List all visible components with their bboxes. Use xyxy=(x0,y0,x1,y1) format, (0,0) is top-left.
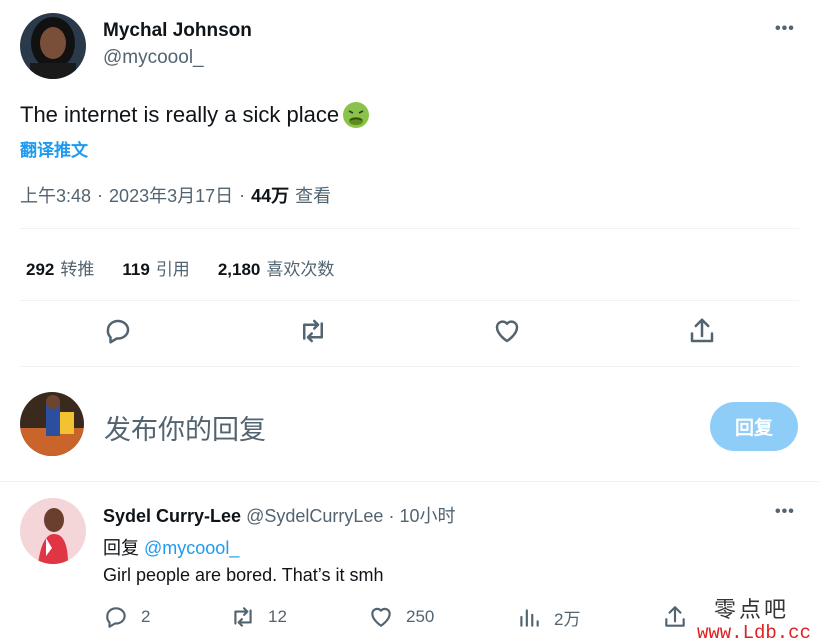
quotes-label: 引用 xyxy=(155,260,190,279)
divider xyxy=(0,481,819,482)
reply-like-action[interactable]: 250 xyxy=(368,604,434,630)
tweet-text: The internet is really a sick place xyxy=(20,102,340,127)
reply-text: Girl people are bored. That’s it smh xyxy=(103,565,384,585)
tweet-action-bar xyxy=(0,316,819,350)
reply-views-action[interactable]: 2万 xyxy=(516,604,580,630)
replying-label: 回复 xyxy=(103,538,139,558)
quotes-count: 119 xyxy=(122,260,150,279)
quotes-stat[interactable]: 119 引用 xyxy=(122,255,189,280)
watermark-text: 零点吧 xyxy=(713,598,789,623)
reply-author-handle[interactable]: @SydelCurryLee xyxy=(246,506,383,526)
my-avatar[interactable] xyxy=(20,392,84,456)
reply-button[interactable]: 回复 xyxy=(710,402,798,451)
replying-to-line: 回复 @mycoool_ xyxy=(103,534,239,560)
retweet-icon[interactable] xyxy=(298,316,328,346)
reply-author-avatar[interactable] xyxy=(20,498,86,564)
watermark-url: www.Ldb.cc xyxy=(696,622,811,644)
nauseated-face-icon xyxy=(341,100,371,130)
tweet-date[interactable]: 2023年3月17日 xyxy=(109,182,233,208)
reply-reply-action[interactable]: 2 xyxy=(103,604,150,630)
meta-separator: · xyxy=(97,184,104,205)
views-count: 44万 xyxy=(251,186,290,206)
replying-to-mention[interactable]: @mycoool_ xyxy=(144,538,239,558)
retweets-label: 转推 xyxy=(60,260,95,279)
reply-time[interactable]: 10小时 xyxy=(399,506,455,526)
likes-label: 喜欢次数 xyxy=(266,260,335,279)
reply-like-count: 250 xyxy=(406,607,435,626)
reply-retweet-count: 12 xyxy=(268,607,287,626)
tweet-time[interactable]: 上午3:48 xyxy=(20,182,91,208)
translate-link[interactable]: 翻译推文 xyxy=(20,136,88,161)
like-icon xyxy=(371,607,391,627)
reply-reply-count: 2 xyxy=(141,607,151,626)
meta-separator: · xyxy=(239,184,246,205)
retweet-icon xyxy=(234,607,252,627)
author-avatar[interactable] xyxy=(20,13,86,79)
tweet-stats: 292 转推 119 引用 2,180 喜欢次数 xyxy=(26,255,362,280)
reply-icon xyxy=(106,607,126,628)
author-name[interactable]: Mychal Johnson xyxy=(103,20,252,42)
reply-retweet-action[interactable]: 12 xyxy=(230,604,287,630)
divider xyxy=(20,228,799,229)
reply-more-options-icon[interactable]: ••• xyxy=(775,503,795,521)
retweets-stat[interactable]: 292 转推 xyxy=(26,255,94,280)
divider xyxy=(20,366,799,367)
reply-views-count: 2万 xyxy=(554,609,581,629)
likes-count: 2,180 xyxy=(217,260,261,279)
share-icon[interactable] xyxy=(687,316,717,346)
tweet-meta: 上午3:48 · 2023年3月17日 · 44万 查看 xyxy=(20,182,331,208)
reply-separator: · xyxy=(388,506,395,526)
reply-header: Sydel Curry-Lee @SydelCurryLee · 10小时 xyxy=(103,502,455,528)
tweet-text-row: The internet is really a sick place xyxy=(20,100,371,130)
views-label: 查看 xyxy=(295,186,332,206)
like-icon[interactable] xyxy=(492,316,522,346)
author-handle[interactable]: @mycoool_ xyxy=(103,47,204,69)
views-bar-chart-icon xyxy=(520,609,539,627)
divider xyxy=(20,300,799,301)
reply-icon[interactable] xyxy=(103,316,133,346)
reply-share-action[interactable] xyxy=(662,604,700,630)
more-options-icon[interactable]: ••• xyxy=(775,20,795,38)
retweets-count: 292 xyxy=(26,260,55,279)
reply-author-name[interactable]: Sydel Curry-Lee xyxy=(103,506,241,526)
reply-input[interactable]: 发布你的回复 xyxy=(104,408,266,447)
likes-stat[interactable]: 2,180 喜欢次数 xyxy=(218,255,335,280)
share-icon xyxy=(665,606,685,627)
